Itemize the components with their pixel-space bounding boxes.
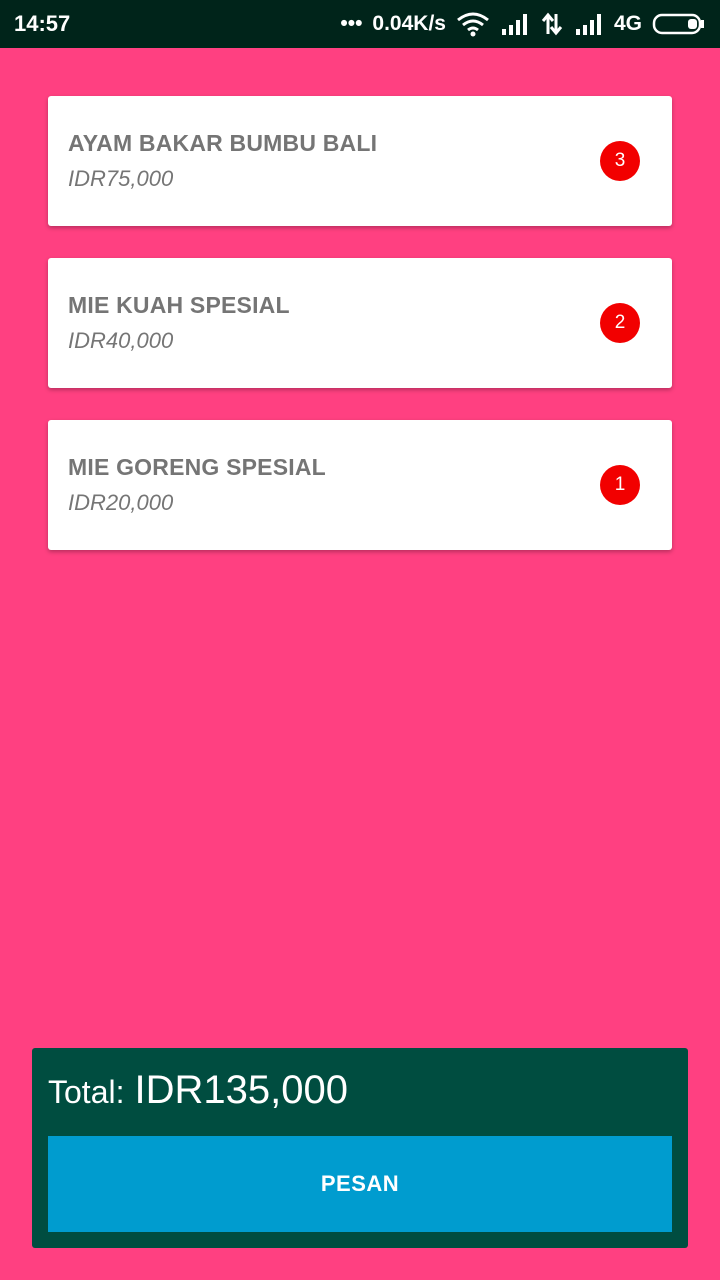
status-bar: 14:57 ••• 0.04K/s 4G xyxy=(0,0,720,48)
total-row: Total: IDR135,000 xyxy=(48,1068,348,1118)
item-name: MIE GORENG SPESIAL xyxy=(68,454,326,480)
cart-item-card[interactable]: MIE GORENG SPESIAL IDR20,000 1 xyxy=(48,420,672,550)
status-icons: ••• 0.04K/s 4G xyxy=(340,11,706,37)
cart-item-card[interactable]: AYAM BAKAR BUMBU BALI IDR75,000 3 xyxy=(48,96,672,226)
data-transfer-icon xyxy=(540,12,564,36)
total-label: Total: xyxy=(48,1074,125,1110)
item-price: IDR20,000 xyxy=(68,490,174,515)
order-summary-panel: Total: IDR135,000 PESAN xyxy=(32,1048,688,1248)
total-value: IDR135,000 xyxy=(134,1068,348,1112)
item-name: AYAM BAKAR BUMBU BALI xyxy=(68,130,378,156)
main-content: AYAM BAKAR BUMBU BALI IDR75,000 3 MIE KU… xyxy=(0,48,720,1280)
item-name: MIE KUAH SPESIAL xyxy=(68,292,290,318)
item-price: IDR40,000 xyxy=(68,328,174,353)
network-speed: 0.04K/s xyxy=(372,12,446,35)
battery-icon xyxy=(652,12,706,36)
quantity-badge: 1 xyxy=(600,465,640,505)
order-button[interactable]: PESAN xyxy=(48,1136,672,1232)
quantity-badge: 2 xyxy=(600,303,640,343)
item-price: IDR75,000 xyxy=(68,166,174,191)
status-time: 14:57 xyxy=(14,11,71,36)
network-type: 4G xyxy=(613,12,642,35)
quantity-badge: 3 xyxy=(600,141,640,181)
signal-bars-icon xyxy=(574,12,604,36)
cart-item-card[interactable]: MIE KUAH SPESIAL IDR40,000 2 xyxy=(48,258,672,388)
signal-bars-icon xyxy=(500,12,530,36)
more-dots: ••• xyxy=(340,12,363,35)
wifi-icon xyxy=(456,11,490,37)
